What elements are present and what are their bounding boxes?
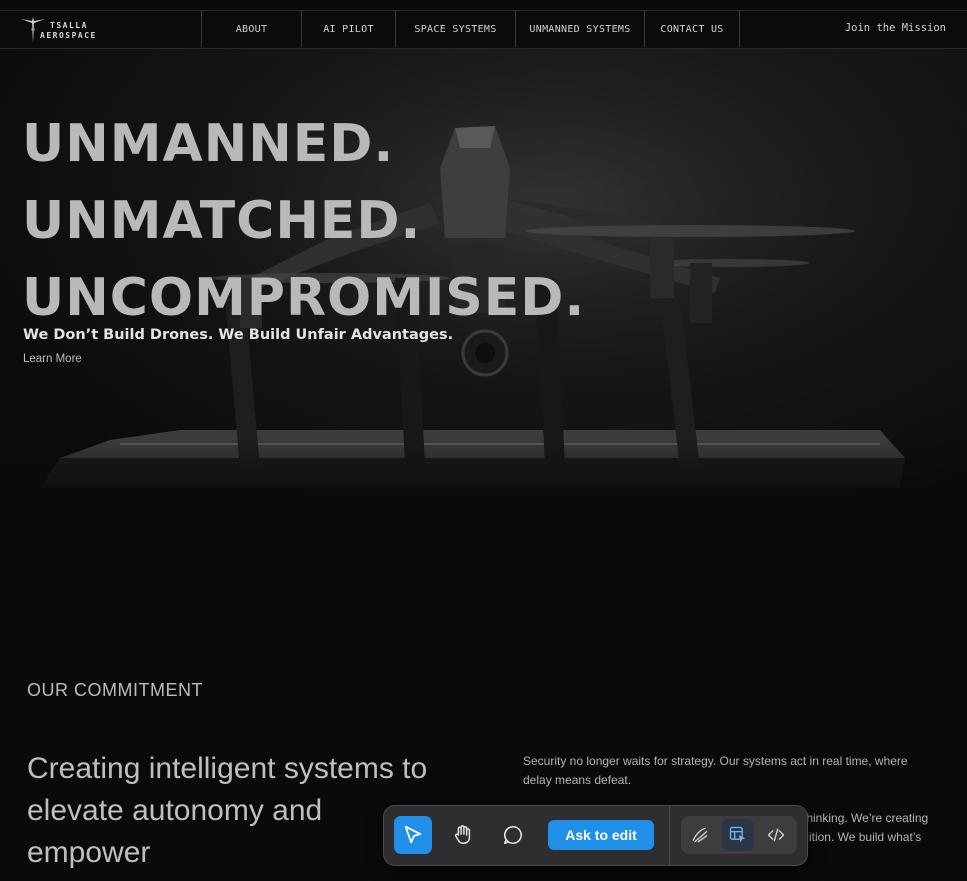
nav-item-contact-us[interactable]: CONTACT US [644, 11, 740, 47]
top-nav: TSALLA AEROSPACE ABOUT AI PILOT SPACE SY… [0, 10, 967, 49]
hero-headline-line3: UNCOMPROMISED. [22, 268, 586, 328]
hero-headline-line1: UNMANNED. [22, 114, 395, 174]
brand-logo[interactable]: TSALLA AEROSPACE [20, 15, 110, 45]
hero-section: UNMANNED. UNMATCHED. UNCOMPROMISED. We D… [0, 48, 967, 510]
edit-mode-button[interactable] [722, 819, 754, 851]
draw-icon [692, 827, 708, 843]
brand-name-line1: TSALLA [50, 21, 88, 30]
section-eyebrow: OUR COMMITMENT [27, 680, 203, 700]
draw-mode-button[interactable] [684, 819, 716, 851]
commitment-paragraph-1: Security no longer waits for strategy. O… [523, 754, 908, 787]
code-mode-button[interactable] [760, 819, 792, 851]
select-tool-button[interactable] [394, 816, 432, 854]
mode-switcher [681, 816, 797, 854]
learn-more-link[interactable]: Learn More [23, 353, 82, 365]
edit-select-icon [729, 826, 746, 843]
nav-item-space-systems[interactable]: SPACE SYSTEMS [395, 11, 515, 47]
brand-name-line2: AEROSPACE [40, 31, 97, 40]
pointer-icon [404, 825, 422, 844]
nav-item-about[interactable]: ABOUT [201, 11, 301, 47]
logo-emblem-icon [21, 17, 45, 43]
hand-icon [454, 825, 471, 844]
hero-headline: UNMANNED. UNMATCHED. UNCOMPROMISED. [22, 106, 585, 337]
nav-item-unmanned-systems[interactable]: UNMANNED SYSTEMS [515, 11, 644, 47]
floating-edit-toolbar: Ask to edit [383, 805, 808, 866]
join-mission-link[interactable]: Join the Mission [845, 22, 946, 34]
hand-tool-button[interactable] [444, 816, 482, 854]
nav-item-ai-pilot[interactable]: AI PILOT [301, 11, 395, 47]
code-icon [767, 828, 785, 842]
comment-icon [503, 825, 522, 845]
toolbar-divider [669, 806, 670, 865]
comment-tool-button[interactable] [494, 816, 532, 854]
hero-subtitle: We Don’t Build Drones. We Build Unfair A… [23, 327, 454, 343]
hero-headline-line2: UNMATCHED. [22, 191, 422, 251]
main-menu: ABOUT AI PILOT SPACE SYSTEMS UNMANNED SY… [201, 11, 740, 47]
ask-to-edit-button[interactable]: Ask to edit [548, 820, 654, 850]
